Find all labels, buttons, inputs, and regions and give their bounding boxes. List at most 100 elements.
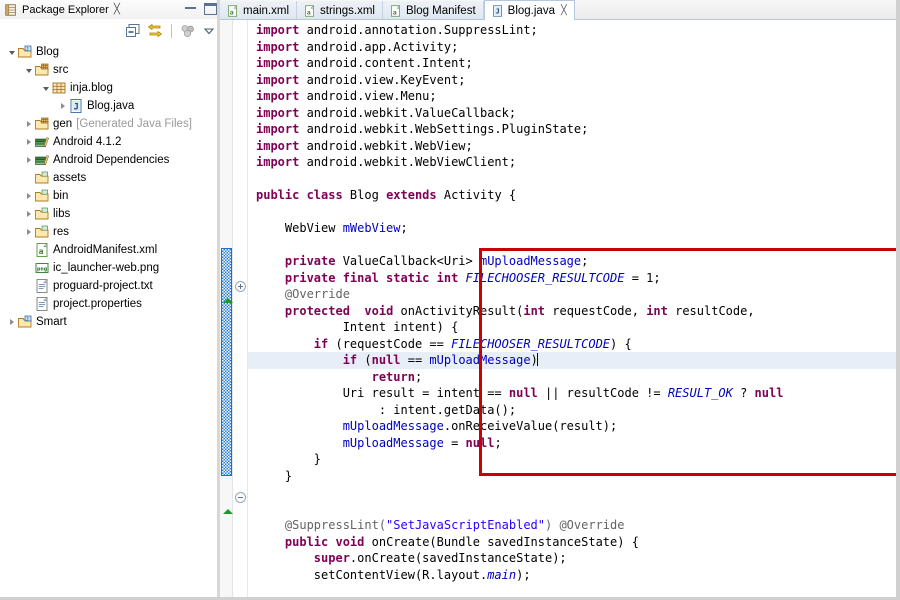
code-line-current[interactable]: if (null == mUploadMessage)	[248, 352, 900, 369]
tree-item-bin[interactable]: bin	[0, 187, 220, 205]
fold-collapse-icon[interactable]	[235, 492, 246, 503]
editor-tab-blog-manifest[interactable]: a Blog Manifest	[382, 1, 484, 20]
code-line[interactable]	[256, 204, 900, 221]
twisty-collapsed-icon[interactable]	[57, 97, 68, 115]
editor-tab-strings-xml[interactable]: a strings.xml	[297, 1, 383, 20]
twisty-expanded-icon[interactable]	[6, 43, 17, 61]
tree-item-blog-java[interactable]: J Blog.java	[0, 97, 220, 115]
tree-item-project-properties[interactable]: project.properties	[0, 295, 220, 313]
code-line[interactable]: import android.webkit.WebView;	[256, 138, 900, 155]
code-line[interactable]: return;	[256, 369, 900, 386]
source-code-viewport[interactable]: import android.annotation.SuppressLint; i…	[248, 20, 900, 600]
code-line[interactable]: public void onCreate(Bundle savedInstanc…	[256, 534, 900, 551]
tree-item-src[interactable]: src	[0, 61, 220, 79]
tree-item-libs[interactable]: libs	[0, 205, 220, 223]
code-token-kw: public void	[284, 534, 365, 549]
code-line[interactable]: Uri result = intent == null || resultCod…	[256, 385, 900, 402]
tree-item-android-dependencies[interactable]: Android Dependencies	[0, 151, 220, 169]
code-token-pln: onCreate(Bundle savedInstanceState) {	[364, 534, 639, 549]
view-menu-chevron-icon[interactable]	[202, 24, 216, 38]
folding-ruler[interactable]	[233, 20, 248, 600]
close-icon[interactable]: ╳	[114, 4, 120, 15]
minimize-button[interactable]	[184, 3, 197, 15]
code-line[interactable]: import android.webkit.ValueCallback;	[256, 105, 900, 122]
twisty-expanded-icon[interactable]	[23, 61, 34, 79]
code-token-kw: return	[371, 369, 415, 384]
code-line[interactable]: import android.webkit.WebSettings.Plugin…	[256, 121, 900, 138]
code-line[interactable]: super.onCreate(savedInstanceState);	[256, 550, 900, 567]
twisty-collapsed-icon[interactable]	[23, 115, 34, 133]
code-line[interactable]: @Override	[256, 286, 900, 303]
code-line[interactable]: import android.webkit.WebViewClient;	[256, 154, 900, 171]
tree-item-assets[interactable]: assets	[0, 169, 220, 187]
source-code-lines[interactable]: import android.annotation.SuppressLint; i…	[248, 20, 900, 600]
change-overview-ruler[interactable]	[220, 20, 233, 600]
code-token-pln: android.webkit.WebView;	[299, 138, 473, 153]
code-token-kw: null	[465, 435, 495, 450]
svg-text:a: a	[230, 8, 234, 16]
code-line[interactable]: : intent.getData();	[256, 402, 900, 419]
twisty-collapsed-icon[interactable]	[23, 151, 34, 169]
code-token-pln	[256, 304, 285, 318]
svg-text:J: J	[26, 316, 29, 322]
close-icon[interactable]: ╳	[561, 5, 567, 16]
code-line[interactable]: Intent intent) {	[256, 319, 900, 336]
overview-marker-top[interactable]	[223, 298, 233, 303]
collapse-all-icon[interactable]	[125, 23, 141, 39]
tree-item-androidmanifest-xml[interactable]: a AndroidManifest.xml	[0, 241, 220, 259]
tree-item-res[interactable]: res	[0, 223, 220, 241]
twisty-collapsed-icon[interactable]	[23, 223, 34, 241]
code-line[interactable]: }	[256, 468, 900, 485]
fold-expand-icon[interactable]	[235, 281, 246, 292]
twisty-collapsed-icon[interactable]	[23, 187, 34, 205]
tree-item-android-4-1-2[interactable]: Android 4.1.2	[0, 133, 220, 151]
code-line[interactable]: }	[256, 451, 900, 468]
twisty-collapsed-icon[interactable]	[23, 205, 34, 223]
tree-item-label: res	[53, 226, 69, 238]
code-line[interactable]: private ValueCallback<Uri> mUploadMessag…	[256, 253, 900, 270]
tree-item-gen[interactable]: gen [Generated Java Files]	[0, 115, 220, 133]
editor-tab-blog-java[interactable]: J Blog.java ╳	[483, 0, 575, 20]
code-line[interactable]	[256, 171, 900, 188]
code-token-stc: FILECHOOSER_RESULTCODE	[451, 336, 611, 351]
tree-item-label: Android Dependencies	[53, 154, 170, 166]
code-token-kw: import	[256, 138, 300, 153]
folder-icon	[34, 188, 50, 204]
code-line[interactable]: import android.annotation.SuppressLint;	[256, 22, 900, 39]
code-line[interactable]: public class Blog extends Activity {	[256, 187, 900, 204]
twisty-collapsed-icon[interactable]	[23, 133, 34, 151]
code-token-pln: 1;	[646, 270, 661, 285]
link-with-editor-icon[interactable]	[147, 23, 163, 39]
twisty-collapsed-icon[interactable]	[6, 313, 17, 331]
editor-tab-label: Blog Manifest	[405, 4, 476, 17]
code-line[interactable]: if (requestCode == FILECHOOSER_RESULTCOD…	[256, 336, 900, 353]
code-line[interactable]: import android.view.Menu;	[256, 88, 900, 105]
tree-item-blog[interactable]: J Blog	[0, 43, 220, 61]
code-line[interactable]: mUploadMessage.onReceiveValue(result);	[256, 418, 900, 435]
tree-item-inja-blog[interactable]: inja.blog	[0, 79, 220, 97]
code-line[interactable]: setContentView(R.layout.main);	[256, 567, 900, 584]
code-token-kw: extends	[386, 188, 437, 202]
code-token-fld: mUploadMessage	[479, 254, 582, 268]
overview-marker-bottom[interactable]	[223, 509, 233, 514]
code-line[interactable]: import android.view.KeyEvent;	[256, 72, 900, 89]
tree-item-ic-launcher-web-png[interactable]: png ic_launcher-web.png	[0, 259, 220, 277]
project-tree[interactable]: J Blog src inja.blog J Blog.java gen [Generated…	[0, 42, 220, 600]
twisty-expanded-icon[interactable]	[40, 79, 51, 97]
editor-tab-main-xml[interactable]: a main.xml	[220, 1, 298, 20]
code-line[interactable]: import android.app.Activity;	[256, 39, 900, 56]
tree-item-proguard-project-txt[interactable]: proguard-project.txt	[0, 277, 220, 295]
code-line[interactable]: protected void onActivityResult(int requ…	[256, 303, 900, 320]
code-line[interactable]	[256, 237, 900, 254]
code-line[interactable]: WebView mWebView;	[256, 220, 900, 237]
code-line[interactable]: import android.content.Intent;	[256, 55, 900, 72]
code-line[interactable]: mUploadMessage = null;	[256, 435, 900, 452]
code-line[interactable]: private final static int FILECHOOSER_RES…	[256, 270, 900, 287]
view-filter-icon[interactable]	[180, 23, 196, 39]
code-line[interactable]	[256, 501, 900, 518]
code-line[interactable]: @SuppressLint("SetJavaScriptEnabled") @O…	[256, 517, 900, 534]
code-line[interactable]	[256, 484, 900, 501]
tree-item-smart[interactable]: J Smart	[0, 313, 220, 331]
maximize-button[interactable]	[204, 3, 217, 15]
